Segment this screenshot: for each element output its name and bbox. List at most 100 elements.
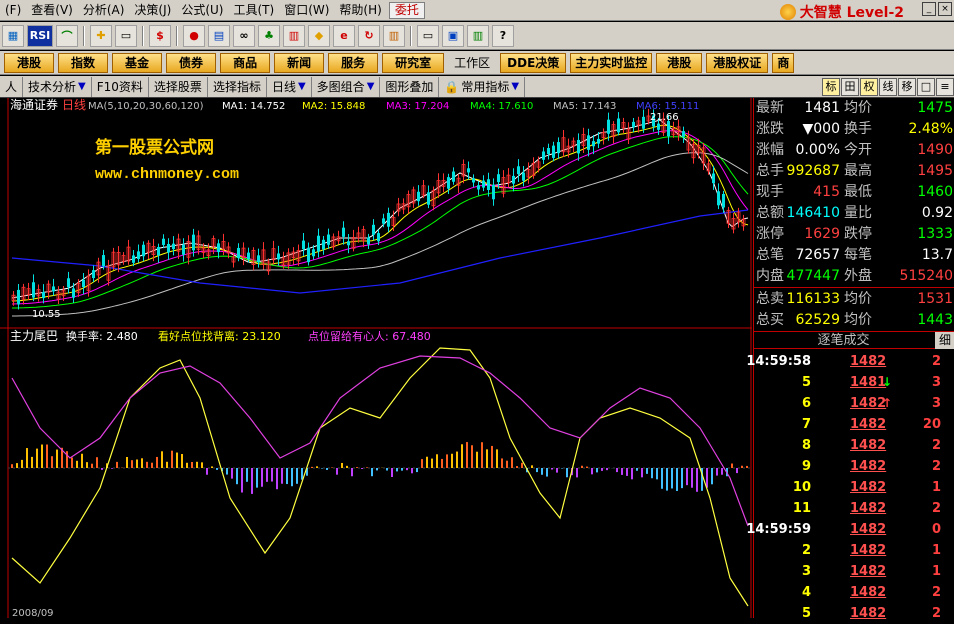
candle-body	[52, 286, 55, 292]
tick-time: 4	[801, 585, 811, 600]
tab-tech-analysis[interactable]: 技术分析 ▼	[23, 76, 92, 97]
nav-research[interactable]: 研究室	[382, 52, 445, 73]
quote-label: 最新	[756, 100, 784, 116]
kline-chart[interactable]: 海通证券 日线 MA(5,10,20,30,60,120) MA1: 14.75…	[0, 98, 752, 618]
menu-decision[interactable]: 决策(J)	[129, 1, 176, 20]
quote-label: 涨幅	[756, 142, 784, 158]
minimize-icon[interactable]: _	[922, 2, 936, 16]
ie-icon[interactable]: e	[333, 24, 355, 47]
nav-news[interactable]: 新闻	[274, 52, 325, 73]
candle-body	[557, 142, 560, 154]
nav-service[interactable]: 服务	[328, 52, 379, 73]
quote-value: 1481	[804, 100, 840, 116]
menu-analysis[interactable]: 分析(A)	[78, 1, 130, 20]
nav-hk-warrant[interactable]: 港股权证	[706, 52, 769, 73]
window-tool-button[interactable]: □	[917, 77, 935, 96]
trust-button[interactable]: 委托	[388, 1, 425, 19]
rights-tool-button[interactable]: 权	[860, 77, 878, 96]
tick-time: 10	[792, 480, 811, 495]
ma1-label: MA1: 14.752	[222, 101, 285, 112]
ma5-label: MA5: 17.143	[553, 101, 616, 112]
quote-label: 总卖	[756, 291, 784, 307]
move-tool-button[interactable]: 移	[898, 77, 916, 96]
ticks-detail-button[interactable]: 细	[935, 332, 954, 349]
candle-body	[452, 171, 455, 182]
tab-common-indicator[interactable]: 🔒 常用指标 ▼	[439, 76, 526, 97]
candle-body	[302, 240, 305, 250]
tree-icon[interactable]: ♣	[258, 24, 280, 47]
tick-volume: 1	[931, 543, 941, 558]
books-icon[interactable]: ▥	[383, 24, 405, 47]
help-cursor-icon[interactable]: ?	[492, 24, 514, 47]
tick-arrow: ↓	[882, 375, 893, 389]
chart-canvas[interactable]: 海通证券 日线 MA(5,10,20,30,60,120) MA1: 14.75…	[0, 98, 752, 618]
nav-hk-stock[interactable]: 港股	[4, 52, 55, 73]
cards-icon[interactable]: ▤	[208, 24, 230, 47]
window-icon[interactable]: ▣	[442, 24, 464, 47]
menu-file[interactable]: (F)	[0, 1, 26, 20]
candle-body	[257, 255, 260, 263]
rsi-icon[interactable]: RSI	[27, 24, 53, 47]
nav-index[interactable]: 指数	[58, 52, 109, 73]
tick-volume: 3	[931, 396, 941, 411]
list-tool-button[interactable]: ≡	[936, 77, 954, 96]
line-tool-button[interactable]: 线	[879, 77, 897, 96]
candle-body	[717, 191, 720, 206]
dollar-icon[interactable]: $	[149, 24, 171, 47]
tab-tech-label: 技术分析	[28, 79, 77, 94]
candle-body	[552, 145, 555, 158]
tab-f10[interactable]: F10资料	[92, 76, 149, 97]
tick-time: 2	[801, 543, 811, 558]
nav-bond[interactable]: 债券	[166, 52, 217, 73]
monitor-icon[interactable]: ▭	[417, 24, 439, 47]
tab-person[interactable]: 人	[0, 76, 24, 97]
candle-body	[642, 116, 645, 129]
nav-commodity[interactable]: 商品	[220, 52, 271, 73]
line-chart-icon[interactable]: ⌒	[56, 24, 78, 47]
candle-body	[587, 135, 590, 150]
close-icon[interactable]: ×	[938, 2, 952, 16]
quote-row: 涨跌 ▼000 换手 2.48%	[754, 119, 954, 140]
menu-window[interactable]: 窗口(W)	[279, 1, 334, 20]
tab-daily[interactable]: 日线 ▼	[267, 76, 312, 97]
bookshelf-icon[interactable]: ▥	[467, 24, 489, 47]
stock-name: 海通证券	[10, 98, 58, 112]
nav-more[interactable]: 商	[772, 52, 795, 73]
tab-multi-chart[interactable]: 多图组合 ▼	[312, 76, 381, 97]
menu-view[interactable]: 查看(V)	[26, 1, 78, 20]
refresh-icon[interactable]: ↻	[358, 24, 380, 47]
menu-help[interactable]: 帮助(H)	[334, 1, 386, 20]
diamond-icon[interactable]: ◆	[308, 24, 330, 47]
tick-price: 1482	[850, 522, 887, 537]
menu-tools[interactable]: 工具(T)	[228, 1, 279, 20]
candle-body	[512, 175, 515, 184]
candle-body	[277, 253, 280, 260]
quote-label: 最高	[844, 163, 872, 179]
mark-tool-button[interactable]: 标	[822, 77, 840, 96]
ruler-icon[interactable]: ▭	[115, 24, 137, 47]
tick-price: 1482	[850, 396, 887, 411]
ind-divergence: 看好点位找背离: 23.120	[158, 329, 281, 343]
tab-overlay[interactable]: 图形叠加	[380, 76, 440, 97]
nav-dde[interactable]: DDE决策	[500, 52, 567, 73]
tick-row: 4 1482 2	[754, 582, 954, 603]
crosshair-icon[interactable]: ✚	[90, 24, 112, 47]
dropdown-icon: ▼	[366, 80, 375, 92]
ma3-label: MA3: 17.204	[386, 101, 449, 112]
menu-formula[interactable]: 公式(U)	[176, 1, 228, 20]
candle-body	[217, 243, 220, 253]
binoculars-icon[interactable]: ∞	[233, 24, 255, 47]
grid-icon[interactable]: ▦	[2, 24, 24, 47]
nav-main-monitor[interactable]: 主力实时监控	[570, 52, 653, 73]
tab-select-indicator[interactable]: 选择指标	[208, 76, 267, 97]
tab-select-stock[interactable]: 选择股票	[149, 76, 208, 97]
tick-volume: 2	[931, 459, 941, 474]
chart-grid-icon[interactable]: ▥	[283, 24, 305, 47]
workzone-label[interactable]: 工作区	[448, 54, 496, 71]
quote-value: 0.92	[921, 205, 953, 221]
menu-bar: (F) 查看(V) 分析(A) 决策(J) 公式(U) 工具(T) 窗口(W) …	[0, 0, 954, 21]
nav-hk-stock-2[interactable]: 港股	[656, 52, 703, 73]
nav-fund[interactable]: 基金	[112, 52, 163, 73]
grid-tool-button[interactable]: 田	[841, 77, 859, 96]
traffic-light-icon[interactable]: ●	[183, 24, 205, 47]
